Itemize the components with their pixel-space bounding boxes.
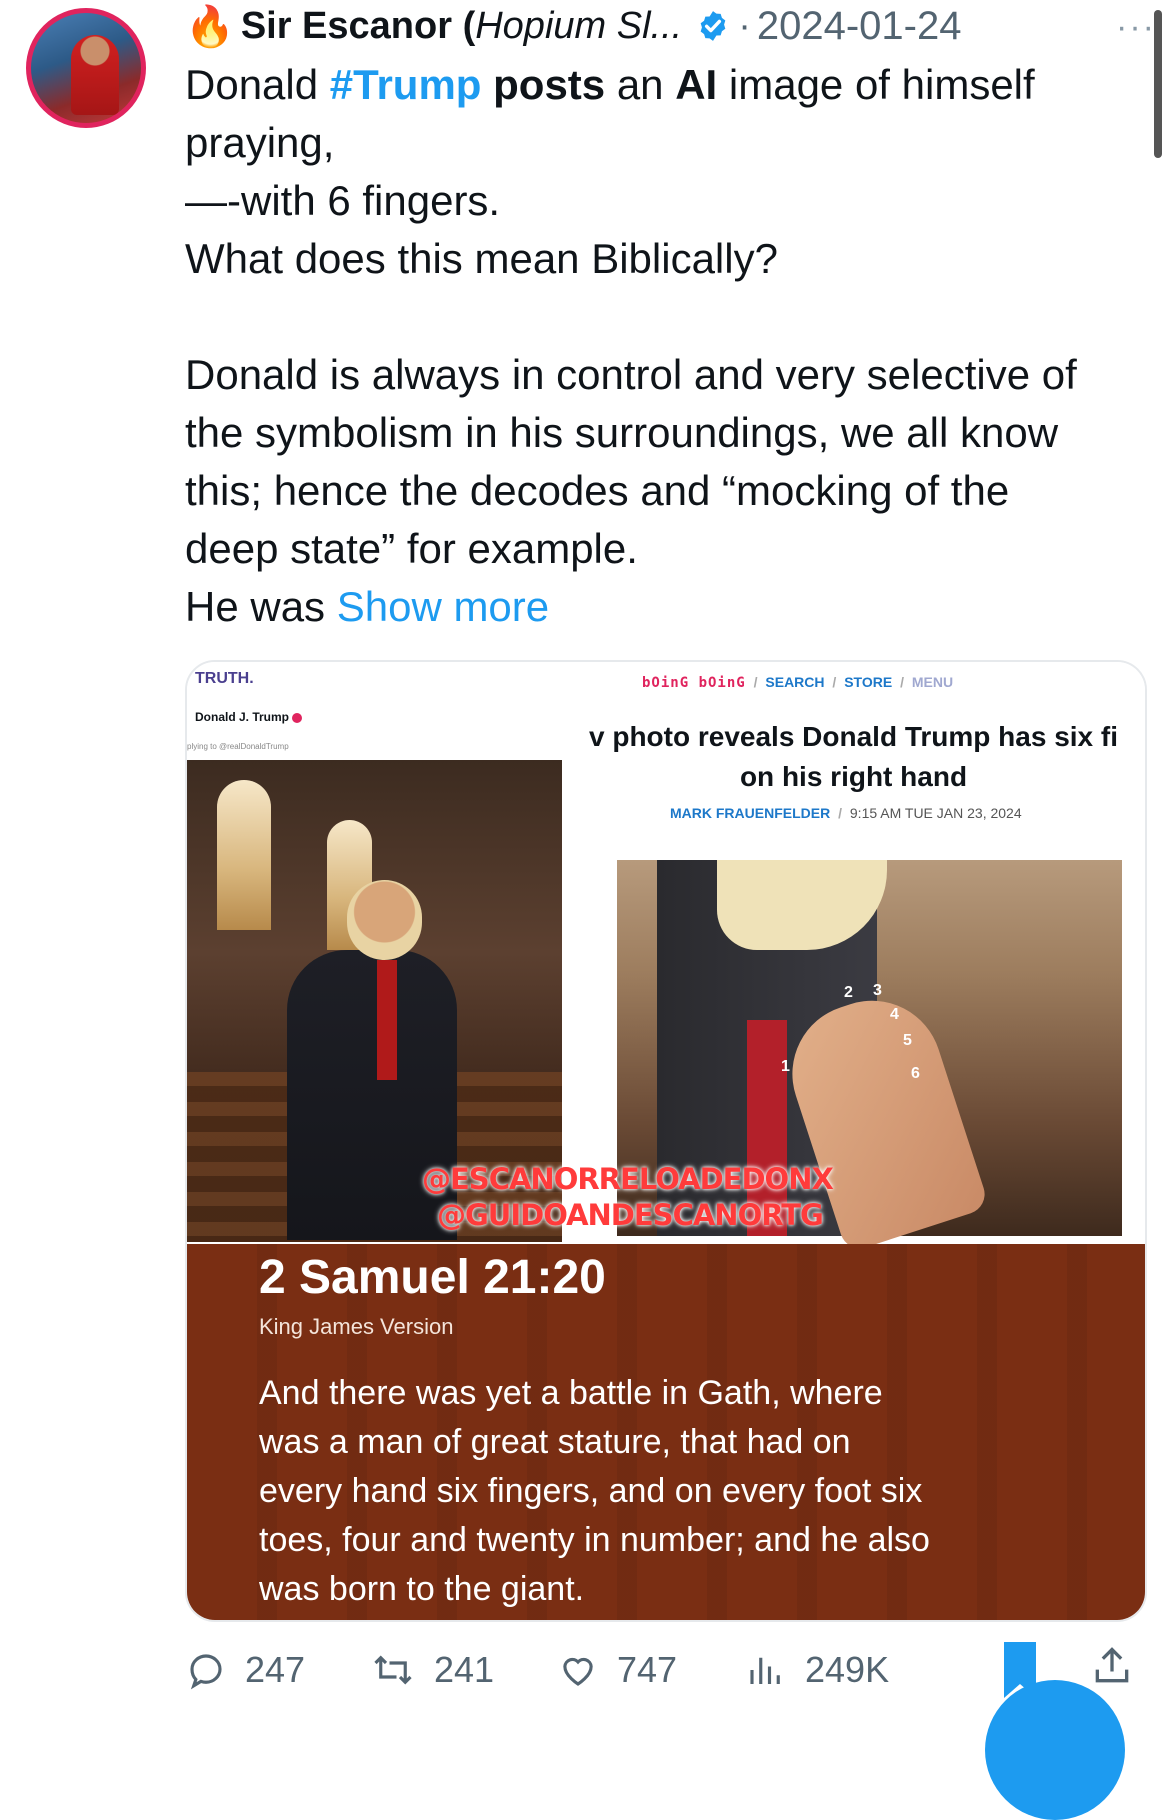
tweet-actions-bar: 247 241 747 249K	[185, 1640, 1145, 1700]
tweet-line: deep state” for example.	[185, 525, 638, 572]
tweet-date[interactable]: 2024-01-24	[757, 4, 962, 49]
tweet-line: —-with 6 fingers.	[185, 177, 501, 224]
fire-emoji-icon: 🔥	[185, 4, 235, 49]
author-display-name[interactable]: Sir Escanor (	[241, 5, 475, 48]
views-button[interactable]: 249K	[745, 1640, 889, 1700]
finger-number-label: 4	[890, 1006, 899, 1023]
truth-replying-to: plying to @realDonaldTrump	[187, 742, 289, 751]
tweet-line: What does this mean Biblically?	[185, 235, 778, 282]
heart-icon	[563, 1657, 593, 1686]
like-button[interactable]: 747	[557, 1640, 677, 1700]
verified-badge-icon	[700, 11, 726, 41]
author-display-name-tail[interactable]: Hopium Sl...	[475, 5, 682, 48]
retweet-count: 241	[434, 1649, 495, 1690]
bb-nav-store: STORE	[844, 674, 893, 690]
reply-icon	[190, 1654, 222, 1690]
watermark-handle: @GUIDOANDESCANORTG	[437, 1198, 824, 1232]
tweet-line: praying,	[185, 119, 335, 166]
verse-reference: 2 Samuel 21:20	[259, 1251, 606, 1304]
watermark-handle: @ESCANORRELOADEDONX	[422, 1162, 834, 1196]
boingboing-nav: bOinG bOinG / SEARCH / STORE / MENU	[642, 674, 954, 691]
finger-number-label: 6	[911, 1065, 920, 1082]
boingboing-article-header: bOinG bOinG / SEARCH / STORE / MENU v ph…	[562, 662, 1145, 837]
tweet-media-image[interactable]: TRUTH. Donald J. Trump plying to @realDo…	[185, 660, 1147, 1622]
author-avatar[interactable]	[26, 8, 146, 128]
tweet-header: 🔥 Sir Escanor ( Hopium Sl... · 2024-01-2…	[185, 0, 1145, 52]
praying-figure	[287, 880, 457, 1240]
tweet-line: Donald is always in control and very sel…	[185, 351, 1077, 398]
red-tie	[377, 960, 397, 1080]
like-count: 747	[617, 1649, 678, 1690]
tweet-line: the symbolism in his surroundings, we al…	[185, 409, 1059, 456]
finger-number-label: 5	[903, 1032, 912, 1049]
truth-social-header: TRUTH. Donald J. Trump plying to @realDo…	[187, 662, 562, 767]
more-options-icon[interactable]: ···	[1116, 8, 1156, 47]
bible-verse-card: 2 Samuel 21:20 King James Version And th…	[187, 1244, 1145, 1620]
header-separator: ·	[738, 4, 751, 47]
finger-number-label: 1	[781, 1058, 790, 1075]
figure-hair	[717, 860, 887, 950]
tweet-body: Donald #Trump posts an AI image of himse…	[185, 56, 1145, 636]
reply-count: 247	[245, 1649, 306, 1690]
retweet-button[interactable]: 241	[370, 1640, 494, 1700]
reply-button[interactable]: 247	[185, 1640, 305, 1700]
truth-verified-icon	[292, 712, 303, 723]
stained-glass-window	[217, 780, 271, 930]
show-more-link[interactable]: Show more	[337, 583, 549, 630]
compose-fab-button[interactable]	[985, 1680, 1125, 1820]
boingboing-logo: bOinG bOinG	[642, 675, 746, 691]
truth-username: Donald J. Trump	[195, 710, 303, 724]
bb-nav-search: SEARCH	[765, 674, 825, 690]
retweet-icon	[374, 1655, 412, 1685]
verse-version: King James Version	[259, 1314, 454, 1339]
tweet-line: this; hence the decodes and “mocking of …	[185, 467, 1010, 514]
finger-number-label: 2	[844, 984, 853, 1001]
hashtag-link[interactable]: #Trump	[330, 61, 482, 108]
avatar-photo	[71, 35, 119, 115]
figure-head	[347, 880, 422, 960]
share-icon[interactable]	[1090, 1644, 1134, 1688]
verse-text: And there was yet a battle in Gath, wher…	[259, 1374, 930, 1608]
article-headline: v photo reveals Donald Trump has six fi …	[588, 721, 1119, 792]
truth-social-logo: TRUTH.	[195, 670, 254, 687]
article-byline: MARK FRAUENFELDER / 9:15 AM TUE JAN 23, …	[670, 805, 1022, 821]
finger-number-label: 3	[873, 982, 882, 999]
tweet-line: He was Show more	[185, 583, 550, 630]
views-chart-icon	[750, 1657, 780, 1684]
views-count: 249K	[805, 1649, 890, 1690]
scrollbar[interactable]	[1154, 10, 1162, 158]
bb-nav-menu: MENU	[911, 674, 954, 690]
tweet-line: Donald #Trump posts an AI image of himse…	[185, 61, 1035, 108]
